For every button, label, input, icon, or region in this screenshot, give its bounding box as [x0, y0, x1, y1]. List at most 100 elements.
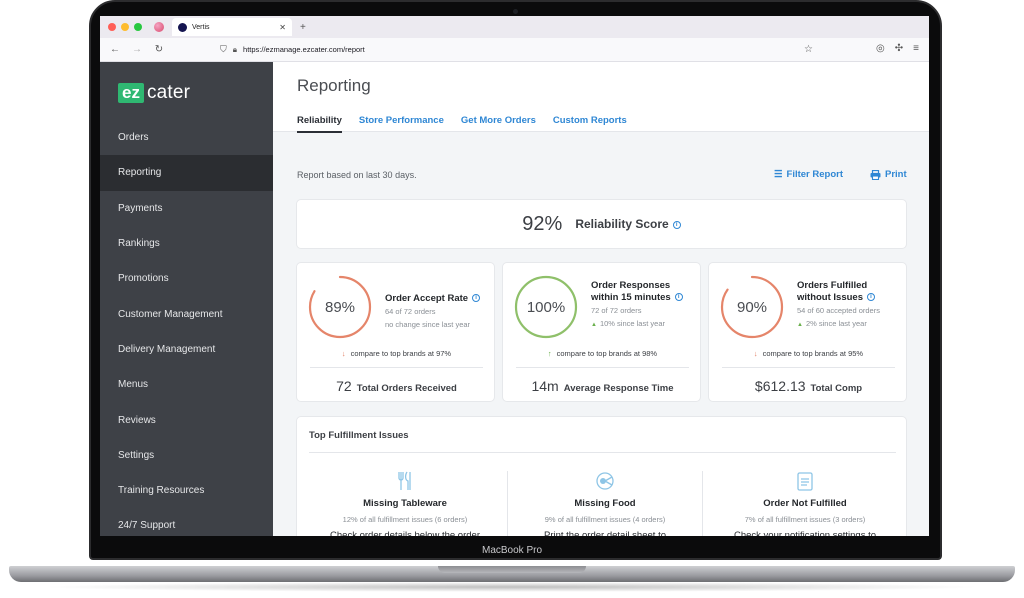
issue-percentage: 9% of all fulfillment issues (4 orders)	[544, 515, 666, 524]
printer-icon	[870, 169, 881, 180]
metric-change-text: no change since last year	[385, 320, 471, 329]
page-title: Reporting	[297, 76, 371, 95]
tab-custom-reports[interactable]: Custom Reports	[553, 115, 627, 133]
minimize-window-icon[interactable]	[121, 23, 129, 31]
camera-icon	[513, 9, 518, 14]
sidebar-item-delivery-management[interactable]: Delivery Management	[100, 332, 273, 367]
arrow-down-icon: ↓	[341, 349, 346, 358]
compare-text: compare to top brands at 95%	[762, 349, 864, 358]
sidebar-item-promotions[interactable]: Promotions	[100, 261, 273, 296]
menu-icon[interactable]: ≡	[913, 43, 919, 54]
tab-title: Vertis	[192, 23, 210, 31]
arrow-down-icon: ↓	[753, 349, 758, 358]
metric-total: 14m Average Response Time	[503, 378, 702, 396]
compare-line: ↓ compare to top brands at 97%	[297, 349, 496, 358]
compare-text: compare to top brands at 98%	[556, 349, 658, 358]
sidebar-item-training-resources[interactable]: Training Resources	[100, 473, 273, 508]
sidebar-item-label: Payments	[118, 202, 163, 214]
pinned-tab-icon[interactable]	[154, 22, 164, 32]
laptop-shadow	[40, 582, 984, 592]
screen: Vertis ✕ + ← → ↻ ⛉ 🔒︎ https://ezmanage.e…	[100, 16, 929, 536]
sidebar-item-menus[interactable]: Menus	[100, 367, 273, 402]
sidebar-item-label: Rankings	[118, 238, 160, 250]
filter-icon: ☰	[774, 169, 783, 180]
report-period-note: Report based on last 30 days.	[297, 170, 417, 180]
divider	[516, 367, 689, 368]
issue-name: Missing Food	[574, 498, 636, 509]
utensils-icon	[307, 471, 503, 491]
metric-change-text: 2% since last year	[805, 319, 867, 328]
arrow-up-icon: ↑	[547, 349, 552, 358]
fulfillment-issues-title: Top Fulfillment Issues	[309, 430, 409, 441]
info-icon[interactable]: i	[866, 293, 875, 302]
divider	[310, 367, 483, 368]
lock-icon[interactable]: 🔒︎	[233, 45, 237, 55]
tab-get-more-orders[interactable]: Get More Orders	[461, 115, 536, 133]
sidebar-item-label: Promotions	[118, 273, 169, 285]
laptop-notch	[438, 566, 586, 573]
total-label: Average Response Time	[563, 383, 674, 394]
metric-card: 90% Orders Fulfilled without Issues i 54 of …	[708, 262, 907, 402]
metric-title-line2: within 15 minutes	[591, 292, 671, 303]
favicon-icon	[178, 22, 187, 32]
issue-item: Missing Food 9% of all fulfillment issues…	[507, 471, 703, 536]
url-input[interactable]: https://ezmanage.ezcater.com/report	[243, 45, 365, 54]
sidebar-item-payments[interactable]: Payments	[100, 191, 273, 226]
reliability-score-value: 92%	[522, 212, 563, 235]
forward-icon[interactable]: →	[130, 44, 144, 55]
filter-report-button[interactable]: ☰ Filter Report	[774, 169, 843, 180]
sidebar-item-customer-management[interactable]: Customer Management	[100, 296, 273, 331]
print-label: Print	[885, 169, 907, 180]
print-button[interactable]: Print	[870, 169, 907, 180]
logo-ez: ez	[118, 83, 144, 103]
sidebar-item-settings[interactable]: Settings	[100, 438, 273, 473]
ezcater-logo[interactable]: ez cater	[118, 82, 190, 104]
sidebar-item-label: Settings	[118, 449, 155, 461]
extensions-icon[interactable]: ✣	[895, 43, 903, 54]
divider	[722, 367, 895, 368]
metric-title-line2: without Issues	[797, 292, 863, 303]
sidebar-item-orders[interactable]: Orders	[100, 120, 273, 155]
sidebar-item-rankings[interactable]: Rankings	[100, 226, 273, 261]
reload-icon[interactable]: ↻	[152, 44, 166, 55]
ring-value: 100%	[526, 298, 566, 316]
maximize-window-icon[interactable]	[134, 23, 142, 31]
info-icon[interactable]: i	[672, 220, 681, 229]
back-icon[interactable]: ←	[108, 44, 122, 55]
sidebar-item-label: 24/7 Support	[118, 520, 176, 532]
shield-icon[interactable]: ⛉	[220, 44, 227, 55]
filter-report-label: Filter Report	[786, 169, 844, 180]
sidebar-item-reviews[interactable]: Reviews	[100, 402, 273, 437]
issue-item: Missing Tableware 12% of all fulfillment …	[307, 471, 503, 536]
sidebar-item-label: Menus	[118, 379, 149, 391]
metric-change: ▲ 10% since last year	[591, 319, 665, 328]
close-window-icon[interactable]	[108, 23, 116, 31]
ring-value: 89%	[324, 298, 356, 316]
issue-description: Check your notification settings to make…	[733, 530, 877, 536]
fulfillment-issues-card: Top Fulfillment Issues Missing Tableware…	[296, 416, 907, 536]
tab-store-performance[interactable]: Store Performance	[359, 115, 444, 133]
info-icon[interactable]: i	[472, 294, 481, 303]
sidebar-item-label: Reviews	[118, 414, 156, 426]
account-icon[interactable]: ◎	[876, 43, 885, 54]
metric-change: no change since last year	[385, 320, 470, 329]
metric-card: 100% Order Responses within 15 minutes i 72 …	[502, 262, 701, 402]
new-tab-icon[interactable]: +	[300, 22, 306, 33]
tab-reliability[interactable]: Reliability	[297, 115, 342, 133]
sidebar-item-24-7-support[interactable]: 24/7 Support	[100, 508, 273, 536]
total-value: $612.13	[754, 378, 806, 394]
main-content: Reporting Reliability Store Performance Ge…	[273, 62, 929, 536]
compare-text: compare to top brands at 97%	[350, 349, 452, 358]
browser-tab[interactable]: Vertis ✕	[172, 18, 292, 36]
star-icon[interactable]: ☆	[804, 44, 813, 55]
reliability-score-card: 92% Reliability Score i	[296, 199, 907, 249]
total-label: Total Orders Received	[356, 383, 457, 394]
issue-description: Print the order detail sheet to referenc…	[544, 530, 666, 536]
sidebar-item-label: Delivery Management	[118, 343, 216, 355]
sidebar-item-reporting[interactable]: Reporting	[100, 155, 273, 191]
tab-close-icon[interactable]: ✕	[279, 23, 286, 32]
metric-change-text: 10% since last year	[599, 319, 665, 328]
ring-value: 90%	[736, 298, 768, 316]
info-icon[interactable]: i	[674, 293, 683, 302]
sidebar-item-label: Reporting	[118, 167, 162, 179]
